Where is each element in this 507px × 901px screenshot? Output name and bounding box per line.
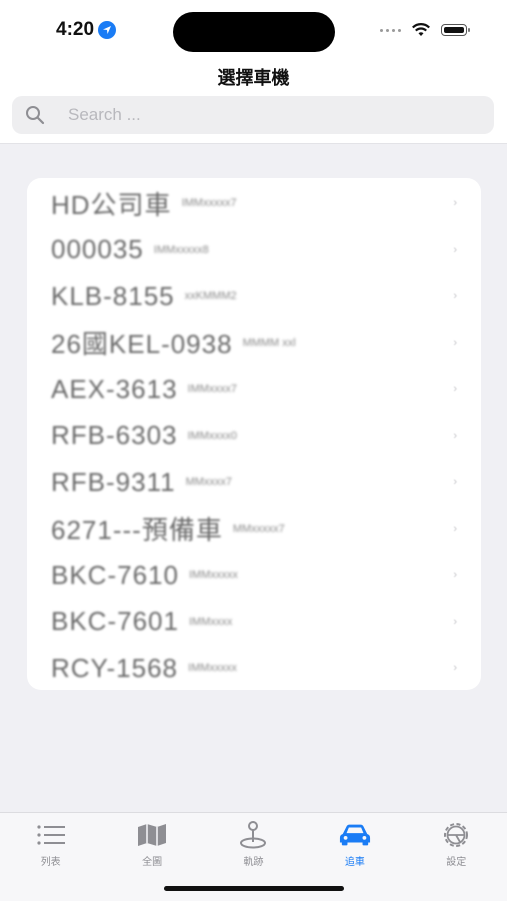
vehicle-model: IMMxxxx7 xyxy=(187,383,238,396)
vehicle-plate: HD公司車 xyxy=(51,189,172,220)
status-time: 4:20 xyxy=(56,19,117,41)
chevron-right-icon: › xyxy=(453,615,457,628)
chevron-right-icon: › xyxy=(453,290,457,303)
vehicle-row[interactable]: RFB-9311 MMxxxx7 › xyxy=(27,459,481,506)
vehicle-model: IMMxxxx xyxy=(188,615,233,628)
vehicle-plate: RCY-1568 xyxy=(51,652,179,683)
chevron-right-icon: › xyxy=(453,662,457,675)
chevron-right-icon: › xyxy=(453,476,457,489)
vehicle-row[interactable]: KLB-8155 xxKMMM2 › xyxy=(27,273,481,320)
gear-icon xyxy=(440,821,472,849)
vehicle-model: IMMxxxxx7 xyxy=(181,197,237,210)
battery-icon xyxy=(441,24,470,36)
vehicle-plate: 26國KEL-0938 xyxy=(51,329,233,360)
vehicle-row[interactable]: RFB-6303 IMMxxxx0 › xyxy=(27,413,481,460)
vehicle-plate: BKC-7601 xyxy=(51,606,179,637)
vehicle-model: IMMxxxxx8 xyxy=(153,243,209,256)
tab-map[interactable]: 全圖 xyxy=(102,813,203,868)
vehicle-row[interactable]: BKC-7601 IMMxxxx › xyxy=(27,599,481,646)
nav-header: 選擇車機 xyxy=(0,60,507,144)
page-title: 選擇車機 xyxy=(217,68,290,88)
status-indicators xyxy=(380,23,470,37)
chevron-right-icon: › xyxy=(453,336,457,349)
vehicle-plate: 000035 xyxy=(51,234,144,265)
vehicle-row[interactable]: BKC-7610 IMMxxxxx › xyxy=(27,552,481,599)
tab-list[interactable]: 列表 xyxy=(0,813,101,868)
chevron-right-icon: › xyxy=(453,243,457,256)
chevron-right-icon: › xyxy=(453,522,457,535)
tab-bar: 列表 全圖 軌跡 追車 設定 xyxy=(0,812,507,901)
car-icon xyxy=(339,821,371,849)
tab-label: 設定 xyxy=(446,857,467,868)
vehicle-list: HD公司車 IMMxxxxx7 › 000035 IMMxxxxx8 › KLB-815… xyxy=(27,178,481,690)
vehicle-model: IMMxxxx0 xyxy=(187,429,238,442)
chevron-right-icon: › xyxy=(453,197,457,210)
vehicle-plate: 6271---預備車 xyxy=(51,515,223,546)
tab-label: 全圖 xyxy=(142,857,163,868)
vehicle-plate: AEX-3613 xyxy=(51,373,178,404)
dynamic-island xyxy=(173,12,335,52)
tab-follow-car[interactable]: 追車 xyxy=(304,813,405,868)
track-pin-icon xyxy=(237,821,269,849)
vehicle-model: MMMM xxl xyxy=(242,336,296,349)
vehicle-row[interactable]: RCY-1568 IMMxxxxx › xyxy=(27,645,481,690)
vehicle-model: MMxxxxx7 xyxy=(232,522,285,535)
vehicle-row[interactable]: 6271---預備車 MMxxxxx7 › xyxy=(27,506,481,553)
home-indicator xyxy=(164,886,344,891)
location-arrow-icon xyxy=(98,21,117,39)
tab-track[interactable]: 軌跡 xyxy=(203,813,304,868)
search-bar[interactable] xyxy=(12,96,494,134)
chevron-right-icon: › xyxy=(453,383,457,396)
map-icon xyxy=(136,821,168,849)
header-divider xyxy=(0,143,507,144)
vehicle-plate: RFB-9311 xyxy=(51,466,176,497)
vehicle-plate: BKC-7610 xyxy=(51,559,179,590)
vehicle-row[interactable]: 26國KEL-0938 MMMM xxl › xyxy=(27,320,481,367)
wifi-icon xyxy=(412,23,430,36)
list-icon xyxy=(35,821,67,849)
vehicle-model: xxKMMM2 xyxy=(184,290,237,303)
chevron-right-icon: › xyxy=(453,429,457,442)
vehicle-plate: KLB-8155 xyxy=(51,280,175,311)
vehicle-row[interactable]: HD公司車 IMMxxxxx7 › xyxy=(27,180,481,227)
search-icon xyxy=(24,103,48,127)
tab-label: 軌跡 xyxy=(243,857,264,868)
tab-label: 列表 xyxy=(40,857,61,868)
chevron-right-icon: › xyxy=(453,569,457,582)
status-bar: 4:20 xyxy=(0,0,507,60)
vehicle-row[interactable]: AEX-3613 IMMxxxx7 › xyxy=(27,366,481,413)
vehicle-plate: RFB-6303 xyxy=(51,420,178,451)
vehicle-model: MMxxxx7 xyxy=(185,476,233,489)
tab-settings[interactable]: 設定 xyxy=(406,813,507,868)
vehicle-row[interactable]: 000035 IMMxxxxx8 › xyxy=(27,227,481,274)
vehicle-model: IMMxxxxx xyxy=(188,662,237,675)
vehicle-model: IMMxxxxx xyxy=(188,569,238,582)
tab-label: 追車 xyxy=(344,857,365,868)
search-input[interactable] xyxy=(66,104,470,126)
status-time-text: 4:20 xyxy=(56,19,95,40)
cellular-dots-icon xyxy=(380,28,401,32)
